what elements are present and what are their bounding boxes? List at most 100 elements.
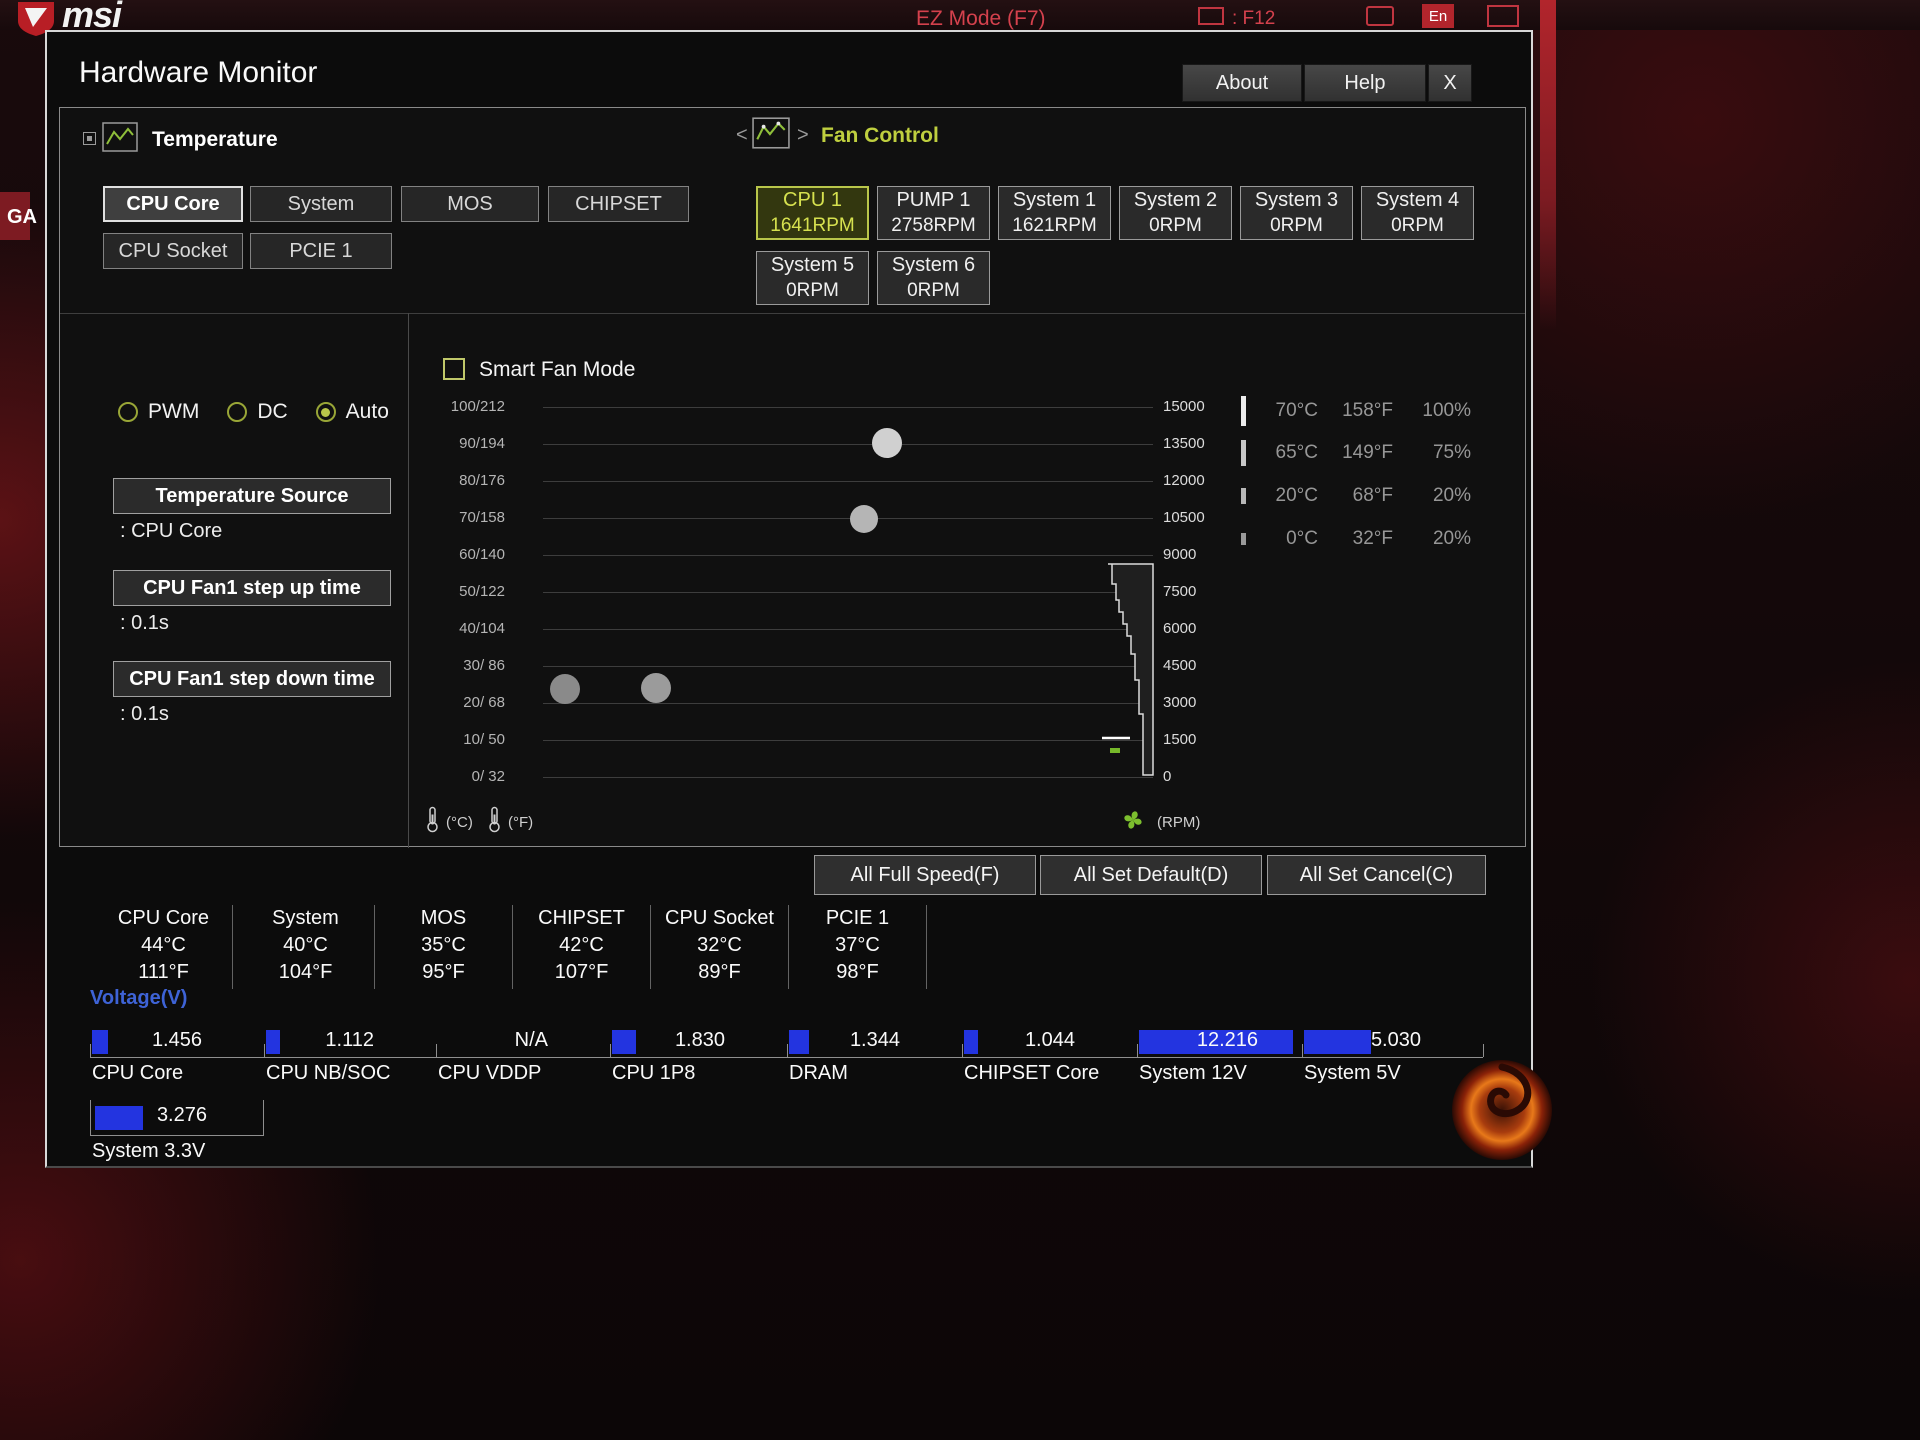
voltage-value: 1.044	[1024, 1029, 1075, 1051]
fan-tab-system-6[interactable]: System 6 0RPM	[877, 251, 990, 305]
readout-celsius: 37°C	[835, 934, 880, 956]
readout-celsius: 40°C	[283, 934, 328, 956]
all-full-speed-button[interactable]: All Full Speed(F)	[814, 855, 1036, 895]
fan-next-arrow[interactable]: >	[797, 124, 809, 147]
voltage-bar	[92, 1030, 108, 1054]
msi-dragon-logo	[1450, 1053, 1554, 1167]
auto-radio[interactable]: Auto	[315, 400, 389, 424]
temp-tab-pcie-1[interactable]: PCIE 1	[250, 233, 392, 269]
voltage-value: 1.456	[151, 1029, 202, 1051]
y-axis-right-label: 15000	[1163, 398, 1205, 415]
y-axis-right-label: 0	[1163, 768, 1172, 785]
readout-name: System	[272, 907, 339, 929]
step-up-time-button[interactable]: CPU Fan1 step up time	[113, 570, 391, 606]
temp-readout-pcie-1: PCIE 1 37°C 98°F	[789, 905, 927, 989]
voltage-name: CPU 1P8	[612, 1062, 696, 1084]
y-axis-left-label: 0/ 32	[471, 768, 505, 785]
fan-tab-cpu-1[interactable]: CPU 1 1641RPM	[756, 186, 869, 240]
temp-tab-mos[interactable]: MOS	[401, 186, 539, 222]
voltage-value: N/A	[514, 1029, 548, 1051]
temperature-graph-icon	[102, 122, 138, 157]
fan-tab-system-4[interactable]: System 4 0RPM	[1361, 186, 1474, 240]
gridline	[543, 592, 1153, 593]
close-button[interactable]: X	[1428, 64, 1472, 102]
voltage-cell-system-12v: 12.216	[1137, 1029, 1302, 1055]
fan-tab-pump-1[interactable]: PUMP 1 2758RPM	[877, 186, 990, 240]
voltage-name: CPU Core	[92, 1062, 184, 1084]
fan-tab-system-3[interactable]: System 3 0RPM	[1240, 186, 1353, 240]
fan-tab-label: System 6	[891, 254, 976, 276]
point-duty-pct: 75%	[1432, 442, 1471, 463]
fan-tab-system-1[interactable]: System 1 1621RPM	[998, 186, 1111, 240]
all-set-cancel-button[interactable]: All Set Cancel(C)	[1267, 855, 1486, 895]
fan-tab-label: PUMP 1	[896, 189, 971, 211]
y-axis-right-label: 6000	[1163, 620, 1197, 637]
fan-tab-label: CPU 1	[783, 189, 842, 211]
point-duty-pct: 20%	[1432, 485, 1471, 506]
voltage-value: 1.112	[325, 1029, 374, 1051]
temp-readout-cpu-core: CPU Core 44°C 111°F	[95, 905, 233, 989]
level-bar	[1241, 533, 1246, 545]
dc-radio[interactable]: DC	[227, 400, 288, 424]
radio-circle-icon	[227, 402, 248, 422]
voltage-cell-system-3v3: 3.276	[90, 1100, 264, 1136]
point-duty-pct: 100%	[1422, 400, 1471, 421]
readout-name: CPU Socket	[665, 907, 774, 929]
step-up-time-value: : 0.1s	[120, 612, 169, 634]
voltage-cell-cpu-core: 1.456	[90, 1029, 264, 1055]
temperature-source-value: : CPU Core	[120, 520, 223, 542]
checkbox-mini-icon	[83, 132, 96, 145]
rpm-axis-label: (RPM)	[1157, 814, 1201, 831]
fan-curve-point[interactable]	[872, 428, 902, 458]
smart-fan-checkbox[interactable]	[443, 358, 465, 380]
power-icon[interactable]	[1487, 5, 1519, 27]
fan-tab-system-5[interactable]: System 5 0RPM	[756, 251, 869, 305]
readout-name: CHIPSET	[538, 907, 625, 929]
fan-tab-rpm: 0RPM	[1149, 215, 1202, 236]
pwm-radio[interactable]: PWM	[118, 400, 199, 424]
readout-celsius: 42°C	[559, 934, 604, 956]
voltage-name: System 3.3V	[92, 1140, 206, 1162]
screenshot-icon[interactable]	[1198, 7, 1224, 25]
level-bar	[1241, 396, 1246, 426]
voltage-bar	[612, 1030, 636, 1054]
temp-tab-system[interactable]: System	[250, 186, 392, 222]
temperature-source-button[interactable]: Temperature Source	[113, 478, 391, 514]
camera-icon[interactable]	[1366, 6, 1394, 26]
language-switch[interactable]: En	[1422, 4, 1454, 28]
y-axis-right-label: 1500	[1163, 731, 1197, 748]
gridline	[543, 666, 1153, 667]
step-down-time-button[interactable]: CPU Fan1 step down time	[113, 661, 391, 697]
fan-curve-point[interactable]	[641, 673, 671, 703]
voltage-cell-system-5v: 5.030	[1302, 1029, 1483, 1055]
dc-radio-label: DC	[257, 400, 288, 423]
y-axis-right-label: 3000	[1163, 694, 1197, 711]
panel-divider-horizontal	[60, 313, 1525, 314]
y-axis-right-label: 9000	[1163, 546, 1197, 563]
voltage-cell-cpu-nb-soc: 1.112	[264, 1029, 436, 1055]
voltage-baseline	[90, 1057, 1483, 1058]
fan-tab-rpm: 2758RPM	[891, 215, 976, 236]
fan-curve-point[interactable]	[850, 505, 878, 533]
all-set-default-button[interactable]: All Set Default(D)	[1040, 855, 1262, 895]
point-temp-c: 65°C	[1275, 442, 1318, 463]
temp-tab-cpu-core[interactable]: CPU Core	[103, 186, 243, 222]
voltage-cell-dram: 1.344	[787, 1029, 962, 1055]
fan-prev-arrow[interactable]: <	[736, 124, 748, 147]
background-ga-text: GA	[0, 192, 37, 240]
ez-mode-label[interactable]: EZ Mode (F7)	[916, 7, 1046, 31]
fan-tab-system-2[interactable]: System 2 0RPM	[1119, 186, 1232, 240]
temp-tab-cpu-socket[interactable]: CPU Socket	[103, 233, 243, 269]
voltage-value: 1.830	[674, 1029, 725, 1051]
fan-tab-label: System 1	[1012, 189, 1097, 211]
voltage-cell-chipset-core: 1.044	[962, 1029, 1137, 1055]
voltage-value: 5.030	[1370, 1029, 1421, 1051]
about-button[interactable]: About	[1182, 64, 1302, 102]
fan-tab-label: System 4	[1375, 189, 1460, 211]
fan-curve-point[interactable]	[550, 674, 580, 704]
fan-tab-label: System 5	[770, 254, 855, 276]
voltage-section-title: Voltage(V)	[90, 987, 188, 1009]
help-button[interactable]: Help	[1304, 64, 1426, 102]
thermometer-f-icon	[488, 806, 501, 838]
temp-tab-chipset[interactable]: CHIPSET	[548, 186, 689, 222]
